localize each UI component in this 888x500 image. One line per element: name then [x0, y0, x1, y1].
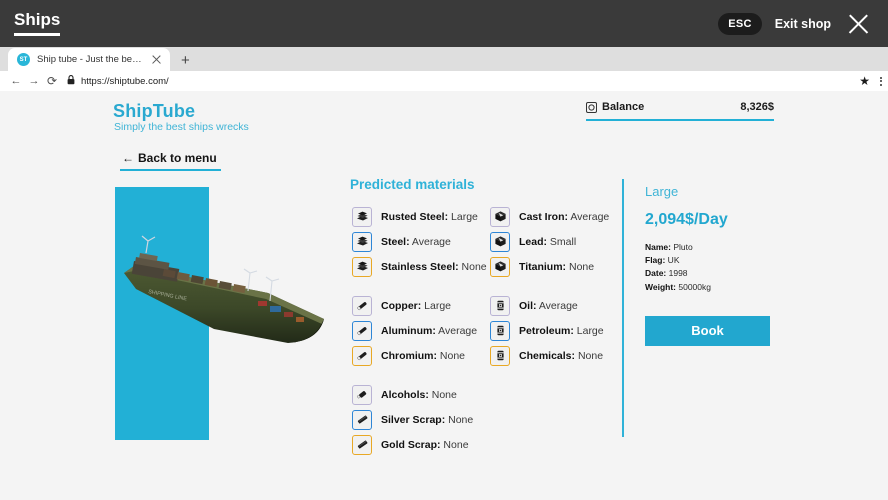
material-label: Chromium: None: [381, 349, 466, 362]
new-tab-icon[interactable]: +: [181, 53, 190, 71]
book-button[interactable]: Book: [645, 315, 770, 346]
predicted-materials-heading: Predicted materials: [350, 177, 475, 192]
material-label: Lead: Small: [519, 235, 577, 248]
material-row-lead: Lead: Small: [490, 229, 609, 254]
back-to-menu-button[interactable]: ← Back to menu: [120, 151, 221, 171]
balance-widget: Balance 8,326$: [586, 101, 774, 121]
browser-menu-icon[interactable]: [880, 76, 882, 86]
material-label: Petroleum: Large: [519, 324, 604, 337]
material-row-gold-scrap: Gold Scrap: None: [352, 432, 487, 457]
material-label: Copper: Large: [381, 299, 452, 312]
metal-rod-icon: [352, 295, 372, 316]
material-label: Gold Scrap: None: [381, 438, 469, 451]
browser-navbar: ← → ⟳ https://shiptube.com/ ★: [0, 71, 888, 91]
ship-spec-flag: Flag: UK: [645, 255, 680, 266]
ship-spec-weight: Weight: 50000kg: [645, 281, 711, 292]
metal-rod-icon: [352, 345, 372, 366]
ship-image-backdrop: [115, 187, 209, 440]
material-row-rusted-steel: Rusted Steel: Large: [352, 204, 487, 229]
material-row-chromium: Chromium: None: [352, 343, 487, 368]
exit-shop-button[interactable]: Exit shop: [775, 17, 831, 31]
material-row-oil: Oil: Average: [490, 293, 609, 318]
bookmark-star-icon[interactable]: ★: [859, 74, 870, 88]
game-hud-bar: Ships ESC Exit shop: [0, 0, 888, 47]
scrap-bar-icon: [352, 409, 372, 430]
material-row-titanium: Titanium: None: [490, 254, 609, 279]
steel-plates-icon: [352, 231, 372, 252]
material-label: Cast Iron: Average: [519, 210, 610, 223]
barrel-icon: [490, 345, 510, 366]
close-icon[interactable]: [844, 10, 872, 38]
scrap-bar-icon: [352, 434, 372, 455]
material-row-chemicals: Chemicals: None: [490, 343, 609, 368]
reload-icon[interactable]: ⟳: [43, 75, 61, 87]
back-arrow-icon: ←: [122, 151, 134, 165]
page-content: ShipTube Simply the best ships wrecks Ba…: [0, 91, 888, 500]
ship-detail-panel: Large 2,094$/Day Name: Pluto Flag: UK Date…: [645, 184, 825, 346]
browser-tabstrip: ST Ship tube - Just the best ship... +: [0, 47, 888, 71]
ship-specs-list: Name: Pluto Flag: UK Date: 1998 Weight: 500…: [645, 241, 825, 294]
material-label: Rusted Steel: Large: [381, 210, 478, 223]
material-label: Oil: Average: [519, 299, 578, 312]
materials-column-2: Cast Iron: Average Lead: Small Titanium: N…: [490, 204, 609, 368]
material-row-aluminum: Aluminum: Average: [352, 318, 487, 343]
address-bar[interactable]: https://shiptube.com/: [67, 75, 859, 87]
ship-spec-name: Name: Pluto: [645, 242, 693, 252]
material-label: Alcohols: None: [381, 388, 457, 401]
bottle-icon: [352, 384, 372, 405]
material-label: Chemicals: None: [519, 349, 604, 362]
site-logo[interactable]: ShipTube: [113, 101, 195, 122]
back-to-menu-label: Back to menu: [138, 151, 217, 165]
material-row-cast-iron: Cast Iron: Average: [490, 204, 609, 229]
materials-column-1: Rusted Steel: Large Steel: Average Stainle…: [352, 204, 487, 457]
material-row-copper: Copper: Large: [352, 293, 487, 318]
material-label: Stainless Steel: None: [381, 260, 487, 273]
browser-tab-title: Ship tube - Just the best ship...: [37, 54, 144, 65]
metal-rod-icon: [352, 320, 372, 341]
site-tagline: Simply the best ships wrecks: [114, 121, 249, 133]
browser-tab[interactable]: ST Ship tube - Just the best ship...: [8, 48, 170, 71]
vertical-divider: [622, 179, 624, 437]
coin-icon: [586, 101, 597, 113]
material-row-stainless-steel: Stainless Steel: None: [352, 254, 487, 279]
url-text: https://shiptube.com/: [81, 75, 169, 87]
steel-plates-icon: [352, 206, 372, 227]
browser-nav-right: ★: [859, 74, 882, 88]
material-label: Steel: Average: [381, 235, 451, 248]
steel-plates-icon: [352, 256, 372, 277]
ship-price-label: 2,094$/Day: [645, 211, 728, 228]
hud-actions: ESC Exit shop: [718, 10, 872, 38]
lock-icon: [67, 75, 75, 87]
balance-label: Balance: [602, 101, 645, 113]
ship-spec-date: Date: 1998: [645, 268, 688, 279]
hud-tab-ships[interactable]: Ships: [14, 11, 61, 36]
barrel-icon: [490, 320, 510, 341]
metal-cube-icon: [490, 256, 510, 277]
metal-cube-icon: [490, 206, 510, 227]
browser-chrome: ST Ship tube - Just the best ship... + ←…: [0, 47, 888, 91]
material-label: Silver Scrap: None: [381, 413, 474, 426]
material-row-alcohols: Alcohols: None: [352, 382, 487, 407]
material-row-steel: Steel: Average: [352, 229, 487, 254]
favicon-icon: ST: [17, 53, 30, 66]
balance-value: 8,326$: [740, 101, 774, 113]
barrel-icon: [490, 295, 510, 316]
forward-icon[interactable]: →: [25, 75, 43, 87]
esc-key-badge[interactable]: ESC: [718, 12, 762, 35]
material-row-silver-scrap: Silver Scrap: None: [352, 407, 487, 432]
ship-size-label: Large: [645, 184, 679, 199]
tab-close-icon[interactable]: [151, 54, 162, 65]
material-row-petroleum: Petroleum: Large: [490, 318, 609, 343]
back-icon[interactable]: ←: [7, 75, 25, 87]
material-label: Titanium: None: [519, 260, 595, 273]
metal-cube-icon: [490, 231, 510, 252]
material-label: Aluminum: Average: [381, 324, 478, 337]
